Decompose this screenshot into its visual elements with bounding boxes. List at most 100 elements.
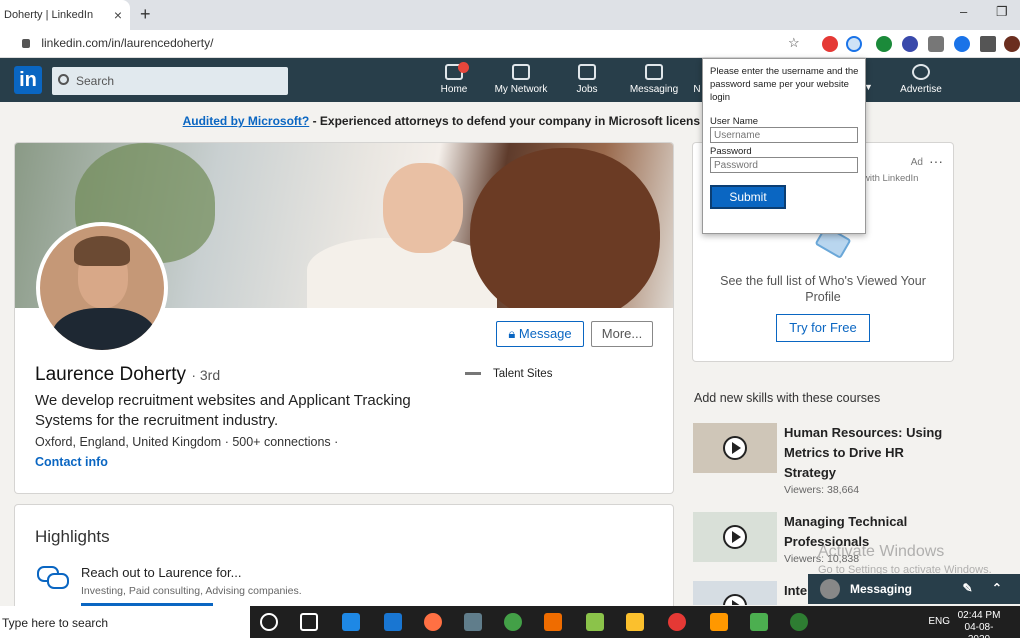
highlight-title: Reach out to Laurence for... (81, 565, 242, 580)
try-for-free-button[interactable]: Try for Free (776, 314, 870, 342)
ad-subtitle: with LinkedIn (863, 173, 919, 184)
password-extension-popup: Please enter the username and the passwo… (702, 58, 866, 234)
notification-badge (457, 62, 469, 73)
password-extension-icon[interactable] (846, 36, 862, 52)
connection-degree: · 3rd (191, 367, 221, 383)
task-view-icon[interactable] (300, 613, 318, 631)
more-button[interactable]: More... (591, 321, 653, 347)
new-tab-button[interactable]: + (140, 4, 151, 25)
network-icon (512, 64, 530, 80)
submit-button[interactable]: Submit (710, 185, 786, 209)
profile-name: Laurence Doherty · 3rd (35, 364, 221, 385)
username-label: User Name (710, 116, 759, 127)
browser-tab-bar: Doherty | LinkedIn × + – ❐ (0, 0, 1020, 30)
window-minimize-button[interactable]: – (960, 4, 967, 19)
course-thumbnail (693, 512, 777, 562)
more-options-icon[interactable]: ··· (929, 153, 943, 169)
search-placeholder: Search (76, 74, 115, 88)
app-icon[interactable] (544, 613, 562, 631)
camera-extension-icon[interactable] (928, 36, 944, 52)
course-item[interactable]: Human Resources: Using Metrics to Drive … (693, 423, 953, 499)
notepad-icon[interactable] (586, 613, 604, 631)
profile-card: 🔒︎ Message More... Laurence Doherty · 3r… (15, 143, 673, 493)
promo-text: - Experienced attorneys to defend your c… (309, 114, 700, 128)
bookmark-star-icon[interactable]: ☆ (788, 35, 800, 51)
popup-message: Please enter the username and the passwo… (710, 66, 859, 103)
course-thumbnail (693, 581, 777, 605)
compose-icon[interactable]: ✎︎ ⌃ (963, 581, 1010, 595)
nav-notifications[interactable]: N (692, 64, 702, 95)
extension-icon[interactable] (876, 36, 892, 52)
lock-icon: 🔒︎ (508, 326, 519, 341)
file-explorer-icon[interactable] (626, 613, 644, 631)
vpn-icon[interactable] (790, 613, 808, 631)
profile-location: Oxford, England, United Kingdom · 500+ c… (35, 435, 339, 449)
linkedin-logo[interactable]: in (14, 66, 42, 94)
company-logo-icon (465, 372, 481, 376)
play-icon (723, 525, 747, 549)
messaging-icon (645, 64, 663, 80)
course-viewers: Viewers: 38,664 (784, 484, 860, 496)
password-field[interactable] (710, 157, 858, 173)
teamviewer-icon[interactable] (342, 613, 360, 631)
avatar-shirt (52, 308, 156, 350)
message-button[interactable]: 🔒︎ Message (496, 321, 584, 347)
activate-windows-title: Activate Windows (818, 543, 945, 560)
nav-my-network[interactable]: My Network (492, 64, 550, 95)
cortana-icon[interactable] (260, 613, 278, 631)
ad-text: See the full list of Who's Viewed Your P… (720, 274, 926, 304)
search-icon (58, 74, 69, 85)
address-bar[interactable]: linkedin.com/in/laurencedoherty/ ☆ (0, 30, 1020, 58)
vlc-icon[interactable] (710, 613, 728, 631)
messaging-label: Messaging (850, 582, 913, 596)
play-icon (723, 436, 747, 460)
tab-title: Doherty | LinkedIn (4, 9, 94, 21)
browser-tab[interactable]: Doherty | LinkedIn × (0, 0, 130, 30)
upwork-icon[interactable] (504, 613, 522, 631)
tab-close-icon[interactable]: × (114, 7, 122, 23)
taskbar-search[interactable]: Type here to search (0, 606, 250, 638)
windows-taskbar: Type here to search ENG 02:44 PM 04-08-2… (0, 606, 1020, 638)
mail-icon[interactable] (384, 613, 402, 631)
promo-link[interactable]: Audited by Microsoft? (183, 114, 310, 128)
nav-jobs[interactable]: Jobs (572, 64, 602, 95)
clock-date: 04-08-2020 (964, 622, 994, 638)
language-indicator[interactable]: ENG (928, 616, 950, 627)
username-field[interactable] (710, 127, 858, 143)
cover-figure-face (383, 163, 463, 253)
contact-info-link[interactable]: Contact info (35, 455, 108, 469)
avatar (820, 579, 840, 599)
profile-photo[interactable] (36, 222, 168, 354)
highlight-subtitle: Investing, Paid consulting, Advising com… (81, 585, 302, 597)
advertise-icon (912, 64, 930, 80)
avatar-hair (74, 236, 130, 266)
chrome-icon[interactable] (668, 613, 686, 631)
linkedin-nav: in Search Home My Network Jobs Messaging… (0, 58, 1020, 102)
course-thumbnail (693, 423, 777, 473)
url-field[interactable]: linkedin.com/in/laurencedoherty/ (22, 36, 213, 50)
extension-icon[interactable] (954, 36, 970, 52)
firefox-icon[interactable] (424, 613, 442, 631)
course-title[interactable]: Human Resources: Using Metrics to Drive … (784, 423, 949, 483)
highlights-title: Highlights (35, 527, 110, 546)
search-input[interactable]: Search (52, 67, 288, 95)
nav-messaging[interactable]: Messaging (628, 64, 680, 95)
nav-advertise[interactable]: Advertise (898, 64, 944, 95)
company-link[interactable]: Talent Sites (465, 368, 552, 380)
chat-bubbles-icon (37, 566, 69, 589)
messaging-bar[interactable]: Messaging ✎︎ ⌃ (808, 574, 1020, 604)
extension-icon[interactable] (902, 36, 918, 52)
store-icon[interactable] (464, 613, 482, 631)
promo-banner: Audited by Microsoft? - Experienced atto… (0, 114, 700, 128)
window-maximize-button[interactable]: ❐ (996, 4, 1008, 20)
profile-avatar[interactable] (1004, 36, 1020, 52)
clock-time: 02:44 PM (957, 610, 1001, 621)
lock-icon (22, 39, 30, 49)
clock[interactable]: 02:44 PM 04-08-2020 (954, 610, 1004, 638)
extension-icon[interactable] (822, 36, 838, 52)
nav-home[interactable]: Home (436, 62, 472, 95)
password-label: Password (710, 146, 752, 157)
cover-figure-hair (470, 148, 660, 308)
hangouts-icon[interactable] (750, 613, 768, 631)
puzzle-icon[interactable] (980, 36, 996, 52)
